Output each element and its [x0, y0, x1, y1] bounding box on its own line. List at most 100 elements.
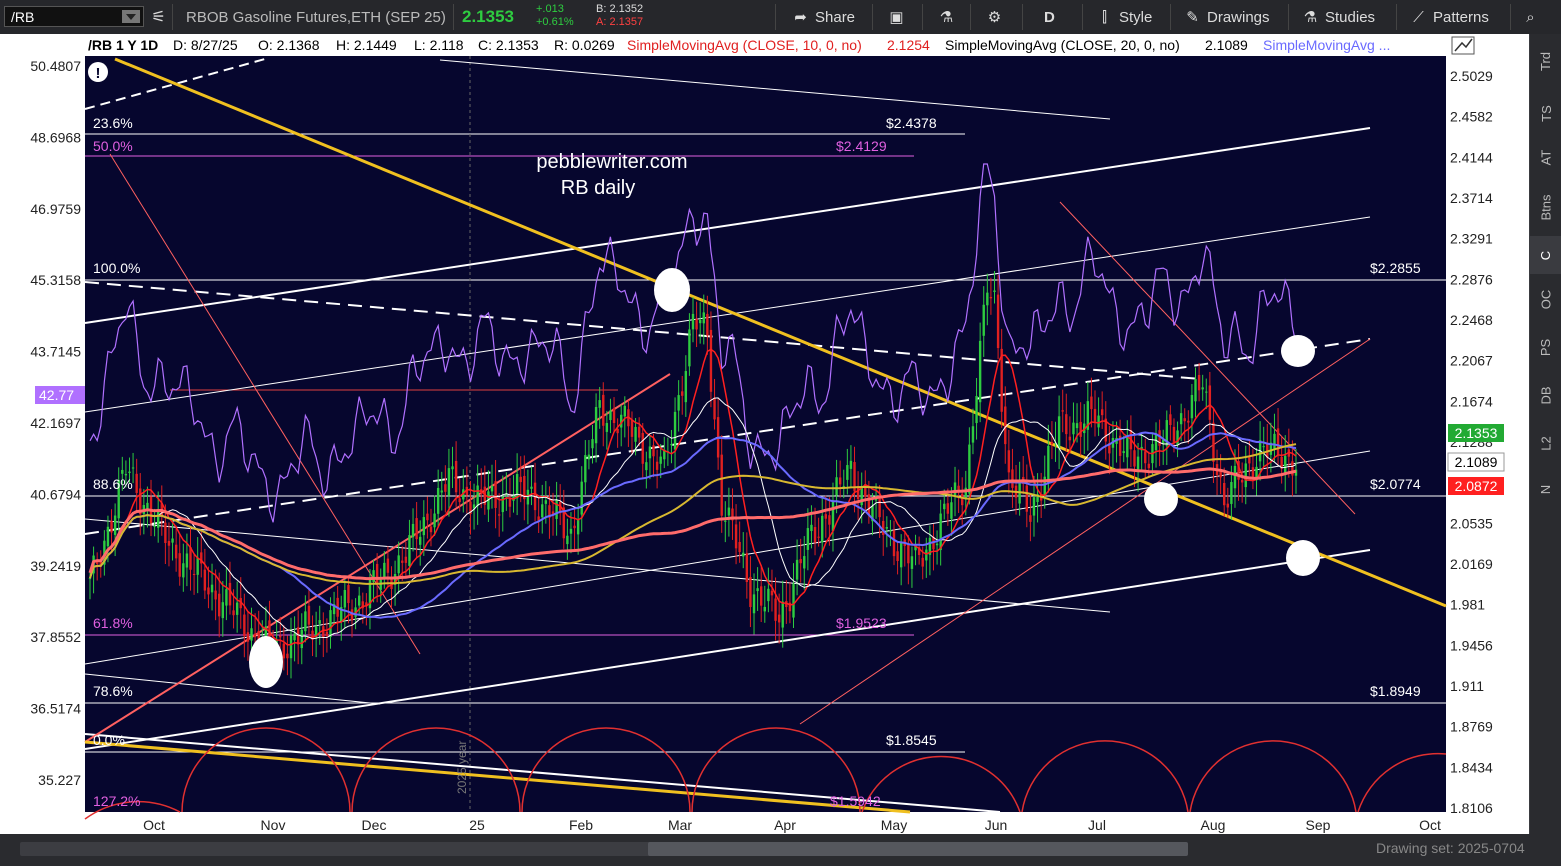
studies-button[interactable]: ⚗ Studies — [1302, 0, 1375, 34]
y-tick-label: 2.2876 — [1450, 271, 1493, 287]
y-tick-label: 2.3714 — [1450, 190, 1493, 206]
fib-price: $1.9523 — [836, 615, 887, 631]
pattern-icon: ⟋ — [1413, 8, 1424, 26]
aggregation-button[interactable]: D — [1044, 0, 1055, 34]
tab-ps[interactable]: PS — [1530, 328, 1561, 366]
bid-price: B: 2.1352 — [596, 3, 644, 15]
x-tick-label: Sep — [1306, 817, 1331, 833]
tab-btns[interactable]: Btns — [1530, 188, 1561, 226]
fib-price: $2.4378 — [886, 115, 937, 131]
fib-price: $1.5942 — [830, 793, 881, 809]
svg-text:2.1089: 2.1089 — [1455, 454, 1498, 470]
chart-area[interactable]: /RB 1 Y 1D D: 8/27/25 O: 2.1368 H: 2.144… — [0, 34, 1529, 834]
x-tick-label: Mar — [668, 817, 692, 833]
tab-at[interactable]: AT — [1530, 138, 1561, 176]
sma20-label: SimpleMovingAvg (CLOSE, 20, 0, no) — [945, 37, 1180, 53]
x-tick-label: Oct — [143, 817, 165, 833]
y-tick-label: 1.9456 — [1450, 637, 1493, 653]
symbol-input[interactable]: /RB — [4, 6, 144, 27]
rsi-flag: 42.77 — [35, 386, 85, 404]
x-tick-label: 25 — [469, 817, 485, 833]
header-close: C: 2.1353 — [478, 37, 539, 53]
y-tick-label: 45.3158 — [30, 272, 81, 288]
symbol-text: /RB — [11, 9, 35, 25]
y-tick-label: 2.0535 — [1450, 515, 1493, 531]
scroll-thumb[interactable] — [648, 842, 1188, 856]
gear-icon: ⚙ — [987, 8, 1002, 26]
price-chart[interactable]: /RB 1 Y 1D D: 8/27/25 O: 2.1368 H: 2.144… — [0, 34, 1529, 834]
patterns-label: Patterns — [1433, 8, 1489, 26]
tab-oc[interactable]: OC — [1530, 280, 1561, 318]
fib-price: $2.4129 — [836, 138, 887, 154]
settings-sliders-icon[interactable]: ⚟ — [150, 0, 173, 34]
x-tick-label: Jun — [985, 817, 1008, 833]
fib-price: $1.8545 — [886, 732, 937, 748]
bottom-bar: Drawing set: 2025-0704 — [0, 834, 1561, 866]
drawing-set-label: Drawing set: 2025-0704 — [1376, 840, 1525, 856]
horizontal-scrollbar[interactable] — [20, 842, 1188, 856]
screenshot-button[interactable]: ▣ — [888, 0, 911, 34]
sma-more-label: SimpleMovingAvg ... — [1263, 37, 1390, 53]
svg-text:2.1353: 2.1353 — [1455, 425, 1498, 441]
y-tick-label: 2.2468 — [1450, 312, 1493, 328]
chart-title: /RB 1 Y 1D — [88, 37, 158, 53]
header-open: O: 2.1368 — [258, 37, 320, 53]
share-label: Share — [815, 8, 856, 26]
x-tick-label: May — [881, 817, 907, 833]
sma10-flag: 2.0872 — [1448, 477, 1504, 495]
indicator-icon[interactable] — [1451, 36, 1475, 55]
fib-label: 88.6% — [93, 476, 133, 492]
flask-icon: ⚗ — [1303, 8, 1318, 26]
sma10-value: 2.1254 — [887, 37, 930, 53]
tab-ts[interactable]: TS — [1530, 94, 1561, 132]
tab-c[interactable]: C — [1530, 236, 1561, 274]
fib-label: 0.0% — [93, 732, 125, 748]
x-tick-label: Dec — [362, 817, 387, 833]
x-tick-label: Jul — [1088, 817, 1106, 833]
y-tick-label: 36.5174 — [30, 701, 81, 717]
tab-db[interactable]: DB — [1530, 376, 1561, 414]
flask-icon: ⚗ — [939, 8, 954, 26]
x-tick-label: Apr — [774, 817, 796, 833]
last-price: 2.1353 — [462, 7, 514, 26]
alert-icon[interactable]: ! — [88, 62, 108, 82]
y-tick-label: 1.8106 — [1450, 800, 1493, 816]
plot-background — [85, 34, 1446, 812]
svg-text:!: ! — [96, 65, 101, 82]
style-button[interactable]: ⫿ Style — [1096, 0, 1152, 34]
y-tick-label: 48.6968 — [30, 129, 81, 145]
studies-label: Studies — [1325, 8, 1376, 26]
x-tick-label: Nov — [261, 817, 286, 833]
tab-trade[interactable]: Trd — [1530, 42, 1561, 80]
last-price-flag: 2.1353 — [1448, 424, 1504, 442]
side-tabs: Trd TS AT Btns C OC PS DB L2 N — [1529, 34, 1561, 834]
tab-l2[interactable]: L2 — [1530, 424, 1561, 462]
svg-text:2.0872: 2.0872 — [1455, 478, 1498, 494]
y-tick-label: 1.981 — [1450, 597, 1485, 613]
time-axis — [85, 812, 1446, 834]
sma20-value: 2.1089 — [1205, 37, 1248, 53]
change-percent: +0.61% — [536, 16, 574, 28]
header-range: R: 0.0269 — [554, 37, 615, 53]
change-value: +.013 — [536, 3, 564, 15]
y-tick-label: 2.3291 — [1450, 231, 1493, 247]
patterns-button[interactable]: ⟋ Patterns — [1410, 0, 1489, 34]
fib-price: $2.2855 — [1370, 260, 1421, 276]
studies-lab-button[interactable]: ⚗ — [938, 0, 961, 34]
x-tick-label: Aug — [1201, 817, 1226, 833]
zoom-search-button[interactable]: ⌕ — [1522, 0, 1545, 34]
search-icon: ⌕ — [1526, 8, 1535, 26]
fib-label: 23.6% — [93, 115, 133, 131]
y-tick-label: 2.0169 — [1450, 556, 1493, 572]
tab-n[interactable]: N — [1530, 470, 1561, 508]
chevron-down-icon[interactable] — [122, 10, 140, 23]
settings-button[interactable]: ⚙ — [986, 0, 1009, 34]
fib-label: 127.2% — [93, 793, 140, 809]
drawings-label: Drawings — [1207, 8, 1270, 26]
share-button[interactable]: ➦ Share — [792, 0, 855, 34]
y-tick-label: 40.6794 — [30, 486, 81, 502]
chart-subtitle: RB daily — [561, 177, 635, 199]
y-tick-label: 2.4144 — [1450, 149, 1493, 165]
sma10-label: SimpleMovingAvg (CLOSE, 10, 0, no) — [627, 37, 862, 53]
drawings-button[interactable]: ✎ Drawings — [1184, 0, 1270, 34]
